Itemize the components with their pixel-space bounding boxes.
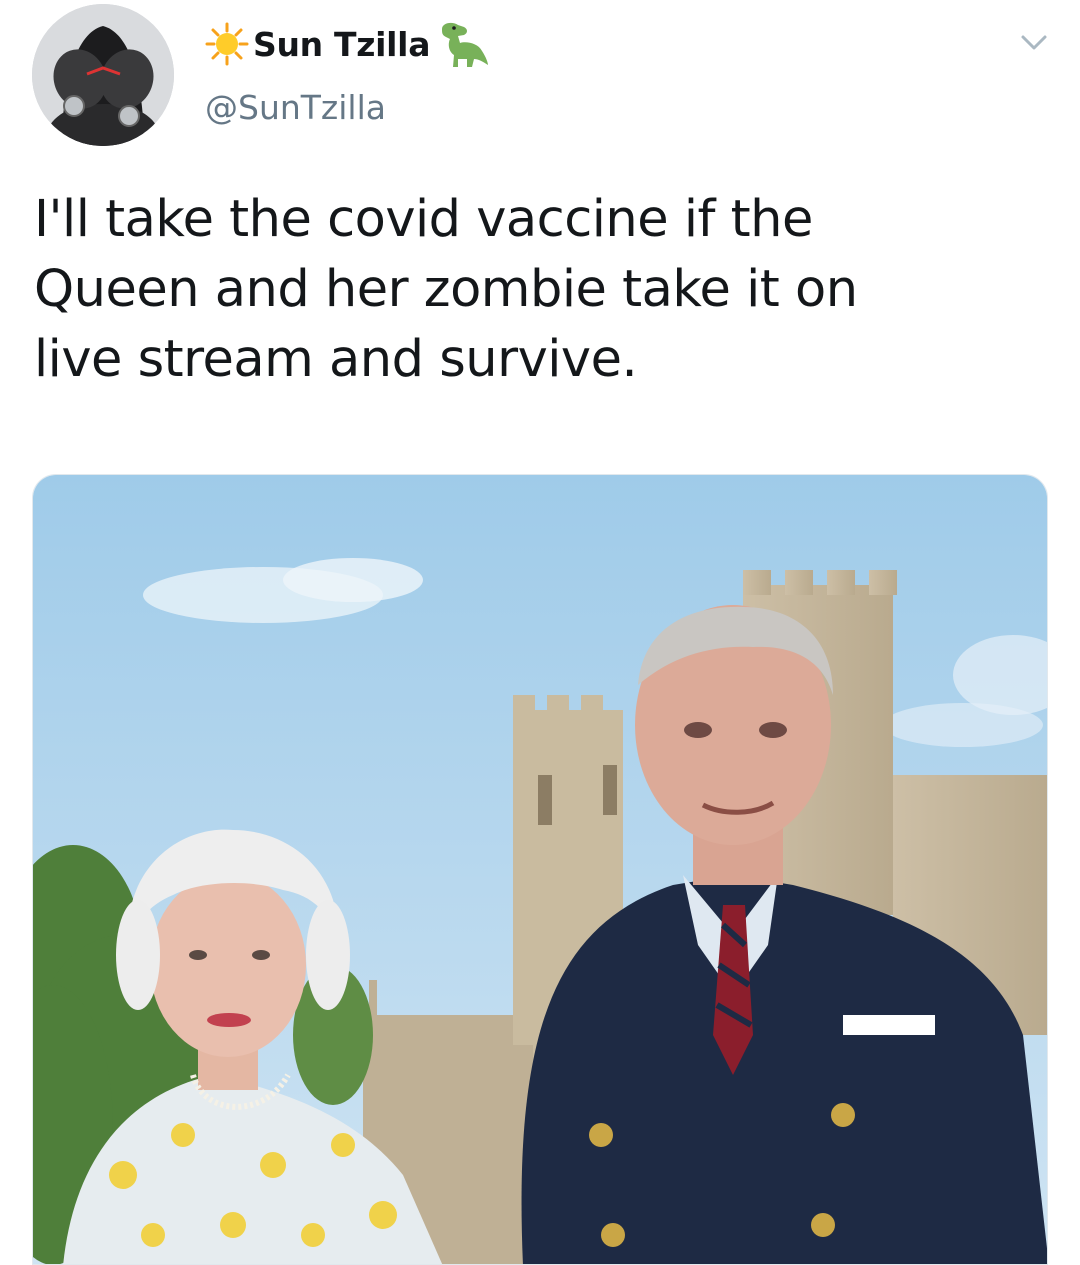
tweet-photo[interactable] [32, 474, 1048, 1265]
tweet-card: Sun Tzilla @SunTzilla I'll take the covi… [0, 0, 1080, 1265]
tweet-menu-button[interactable] [1017, 28, 1051, 56]
tweet-text-line: I'll take the covid vaccine if the [34, 190, 813, 249]
tweet-text: I'll take the covid vaccine if the Queen… [34, 185, 1054, 395]
author-display-name[interactable]: Sun Tzilla [253, 25, 430, 64]
author-avatar[interactable] [32, 4, 174, 146]
author-name-row[interactable]: Sun Tzilla [205, 14, 490, 74]
t-rex-emoji-icon [442, 22, 489, 67]
chevron-down-icon [1021, 35, 1047, 50]
tweet-text-line: Queen and her zombie take it on [34, 259, 858, 319]
photo-illustration [33, 475, 1047, 1264]
sun-emoji-icon [205, 22, 249, 66]
hooded-figure-avatar-icon [32, 4, 174, 146]
tweet-text-line: live stream and survive. [34, 329, 638, 389]
author-handle[interactable]: @SunTzilla [205, 88, 386, 127]
